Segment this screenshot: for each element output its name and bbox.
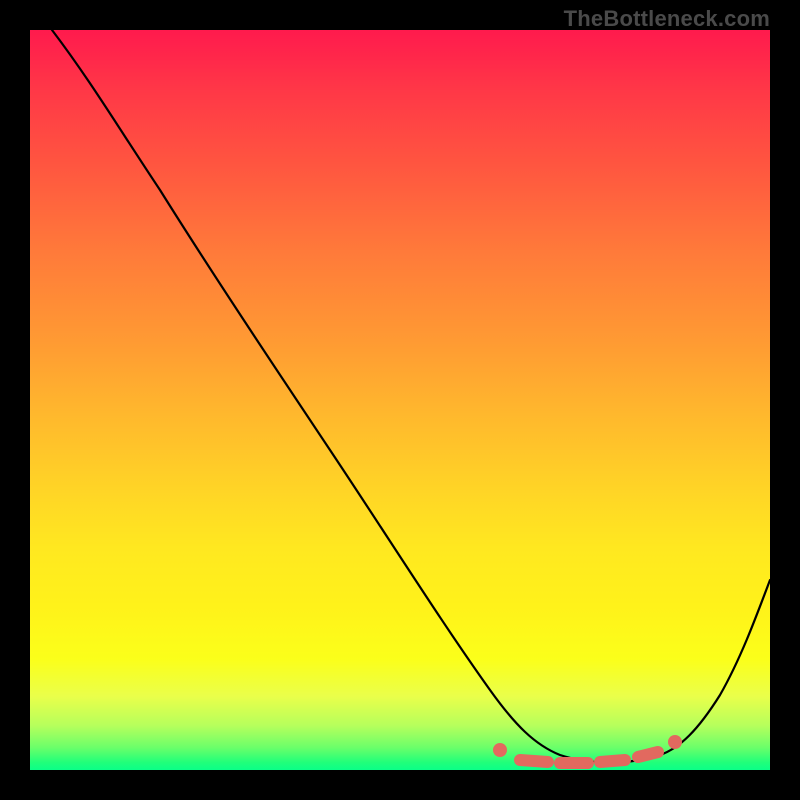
- flat-zone-markers: [493, 735, 682, 763]
- plot-area: [30, 30, 770, 770]
- chart-svg: [30, 30, 770, 770]
- chart-frame: TheBottleneck.com: [0, 0, 800, 800]
- flat-dash-4: [638, 752, 658, 757]
- marker-dot-left: [493, 743, 507, 757]
- watermark-text: TheBottleneck.com: [564, 6, 770, 32]
- curve-group: [52, 30, 770, 763]
- marker-dot-right: [668, 735, 682, 749]
- flat-dash-1: [520, 760, 548, 762]
- bottleneck-curve: [52, 30, 770, 763]
- flat-dash-3: [600, 760, 625, 762]
